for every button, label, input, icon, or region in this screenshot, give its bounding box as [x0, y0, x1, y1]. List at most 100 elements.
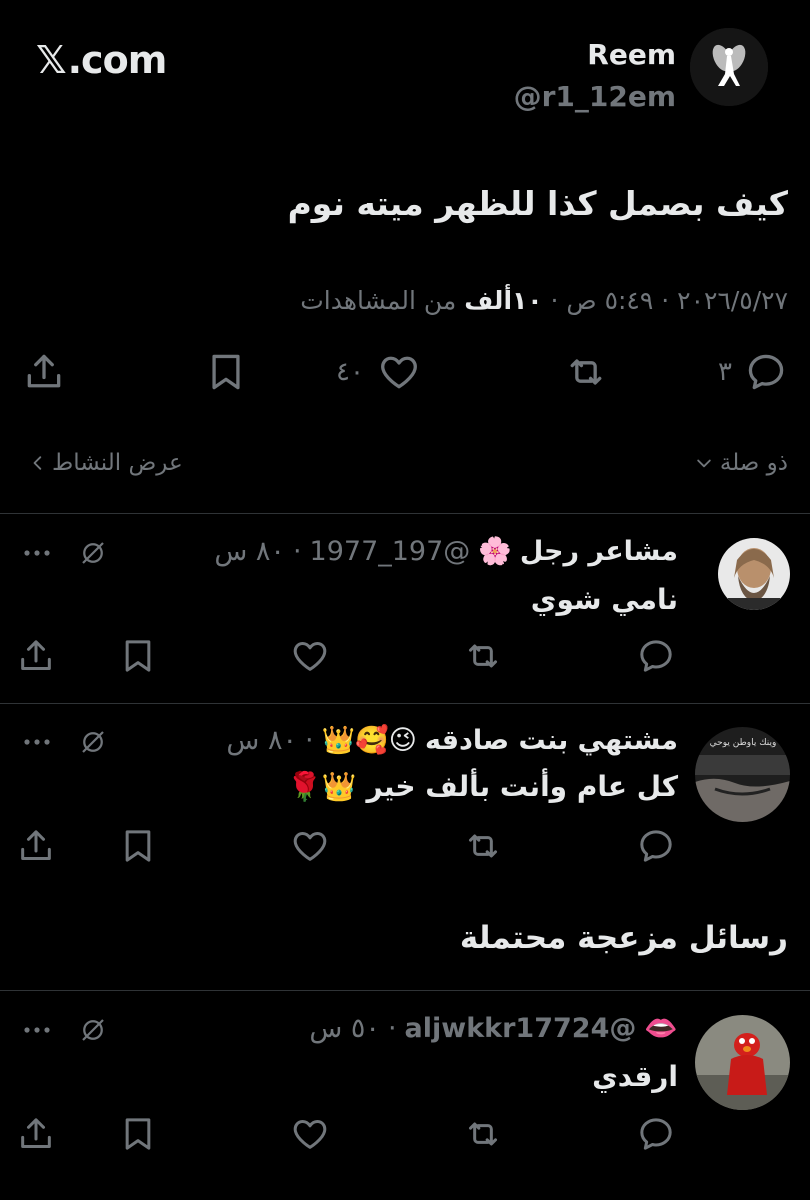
divider — [0, 703, 810, 704]
reply-time[interactable]: ٨٠ س — [214, 536, 285, 567]
more-options-button[interactable] — [22, 538, 52, 568]
more-dots-icon — [24, 739, 50, 745]
reply-author-handle[interactable]: @197_1977 — [310, 536, 471, 567]
author-name[interactable]: Reem — [587, 38, 676, 71]
reply-author-name[interactable]: مشتهي بنت صادقه — [425, 725, 678, 756]
cherry-blossom-emoji: 🌸 — [478, 536, 512, 567]
share-button[interactable] — [16, 826, 56, 866]
grok-button[interactable] — [78, 727, 108, 757]
chevron-left-icon — [33, 456, 42, 470]
bookmark-icon — [212, 354, 240, 390]
more-dots-icon — [24, 550, 50, 556]
meta-sep: · — [550, 286, 559, 315]
share-button[interactable] — [16, 636, 56, 676]
share-icon — [21, 830, 51, 860]
tweet-meta: ٢٠٢٦/٥/٢٧ · ٥:٤٩ ص · ١٠ألف من المشاهدات — [300, 286, 788, 315]
reply-icon — [640, 830, 672, 862]
lips-emoji: 👄 — [644, 1013, 678, 1044]
retweet-button[interactable] — [462, 1114, 504, 1154]
tweet-text: كيف بصمل كذا للظهر ميته نوم — [287, 184, 788, 223]
bookmark-button[interactable] — [204, 350, 248, 394]
reply-avatar[interactable] — [695, 1015, 790, 1110]
reply-dot: · — [387, 1012, 397, 1044]
retweet-icon — [469, 1122, 497, 1146]
like-button[interactable] — [290, 636, 330, 676]
tweet-date[interactable]: ٢٠٢٦/٥/٢٧ — [677, 286, 788, 315]
reply-count: ٣ — [718, 357, 732, 387]
author-avatar[interactable] — [690, 28, 768, 106]
reply-author-name[interactable]: مشاعر رجل — [520, 536, 678, 567]
x-logo-icon: 𝕏 — [36, 38, 67, 82]
avatar-caption: وينك ياوطن يوحي — [709, 738, 777, 748]
more-dots-icon — [24, 1027, 50, 1033]
more-options-button[interactable] — [22, 727, 52, 757]
reply-header: 👄 @aljwkkr17724 · ٥٠ س — [309, 1012, 678, 1045]
retweet-icon — [469, 834, 497, 858]
share-button[interactable] — [22, 350, 66, 394]
heart-icon — [381, 356, 417, 389]
grok-icon — [82, 1019, 104, 1041]
divider — [0, 990, 810, 991]
reply-button[interactable]: ٣ — [718, 350, 788, 394]
heart-icon — [293, 1120, 327, 1149]
heart-icon — [293, 642, 327, 671]
relevance-label: ذو صلة — [719, 450, 788, 476]
reply-text: كل عام وأنت بألف خير — [366, 770, 679, 803]
share-icon — [27, 354, 61, 388]
share-icon — [21, 640, 51, 670]
spam-section-title: رسائل مزعجة محتملة — [459, 920, 788, 956]
site-domain: .com — [67, 38, 168, 82]
reply-header: مشتهي بنت صادقه 😉🥰👑 · ٨٠ س — [226, 724, 678, 757]
reply-header: مشاعر رجل 🌸 @197_1977 · ٨٠ س — [214, 535, 678, 568]
grok-button[interactable] — [78, 538, 108, 568]
grok-icon — [82, 731, 104, 753]
reply-text-line: كل عام وأنت بألف خير 👑🌹 — [287, 770, 678, 803]
emoji-group: 😉🥰👑 — [321, 725, 417, 756]
like-count: ٤٠ — [336, 357, 364, 387]
share-icon — [21, 1118, 51, 1148]
bookmark-button[interactable] — [118, 636, 158, 676]
meta-sep: · — [661, 286, 670, 315]
like-button[interactable]: ٤٠ — [336, 350, 422, 394]
share-button[interactable] — [16, 1114, 56, 1154]
x-logo[interactable]: 𝕏 .com — [36, 38, 168, 82]
bookmark-button[interactable] — [118, 1114, 158, 1154]
reply-avatar[interactable] — [718, 538, 790, 610]
chevron-down-icon — [697, 459, 711, 468]
reply-text: ارقدي — [592, 1060, 678, 1093]
reply-icon — [640, 1118, 672, 1150]
crown-rose-emoji: 👑🌹 — [287, 770, 357, 803]
reply-button[interactable] — [636, 1114, 676, 1154]
reply-author-handle[interactable]: @aljwkkr17724 — [405, 1013, 637, 1044]
views-label: من المشاهدات — [300, 286, 457, 315]
relevance-dropdown[interactable]: ذو صلة — [694, 450, 788, 476]
retweet-button[interactable] — [562, 350, 610, 394]
reply-time[interactable]: ٨٠ س — [226, 725, 297, 756]
heart-icon — [293, 832, 327, 861]
retweet-button[interactable] — [462, 636, 504, 676]
reply-button[interactable] — [636, 636, 676, 676]
bookmark-icon — [125, 830, 151, 862]
views-count: ١٠ألف — [464, 286, 543, 315]
retweet-button[interactable] — [462, 826, 504, 866]
activity-label: عرض النشاط — [52, 450, 183, 476]
reply-dot: · — [292, 535, 302, 567]
reply-text: نامي شوي — [530, 583, 678, 616]
bearded-man-avatar-icon — [718, 538, 790, 610]
reply-time[interactable]: ٥٠ س — [309, 1013, 380, 1044]
angel-silhouette-icon — [690, 28, 768, 106]
reply-button[interactable] — [636, 826, 676, 866]
more-options-button[interactable] — [22, 1015, 52, 1045]
bookmark-button[interactable] — [118, 826, 158, 866]
view-activity-link[interactable]: عرض النشاط — [30, 450, 183, 476]
divider — [0, 513, 810, 514]
like-button[interactable] — [290, 1114, 330, 1154]
reply-icon — [748, 354, 784, 390]
red-character-avatar-icon — [695, 1015, 790, 1110]
retweet-icon — [469, 644, 497, 668]
tweet-time[interactable]: ٥:٤٩ ص — [566, 286, 653, 315]
bookmark-icon — [125, 640, 151, 672]
author-handle[interactable]: @r1_12em — [514, 80, 676, 113]
like-button[interactable] — [290, 826, 330, 866]
grok-button[interactable] — [78, 1015, 108, 1045]
